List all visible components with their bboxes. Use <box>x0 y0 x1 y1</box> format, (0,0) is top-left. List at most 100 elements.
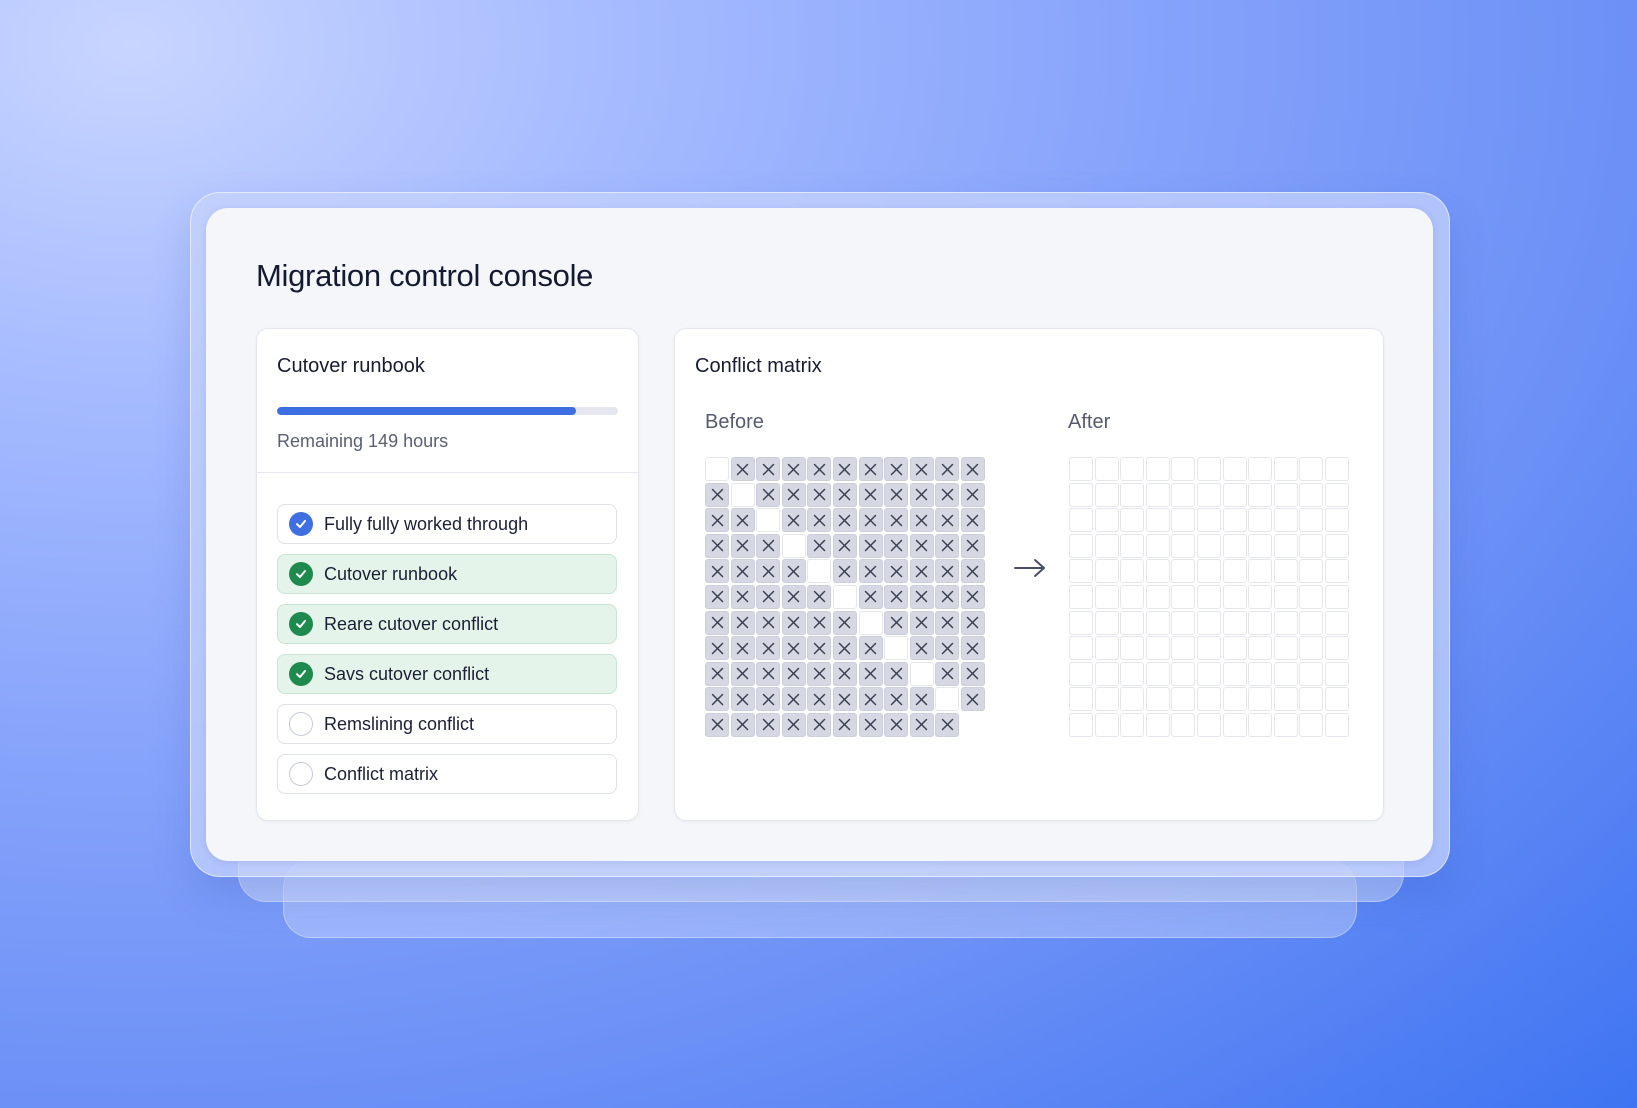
after-open-cell <box>1222 508 1247 533</box>
after-open-cell <box>1171 533 1196 558</box>
x-mark-icon <box>890 591 902 603</box>
before-conflict-cell <box>935 636 960 661</box>
before-conflict-cell <box>705 661 729 686</box>
before-conflict-cell <box>730 661 755 686</box>
after-open-cell <box>1145 508 1170 533</box>
after-open-cell <box>1069 584 1093 609</box>
before-conflict-cell <box>781 687 806 712</box>
after-open-cell <box>1171 712 1196 737</box>
after-open-cell <box>1273 610 1298 635</box>
x-mark-icon <box>736 514 749 526</box>
x-mark-icon <box>967 642 979 654</box>
before-conflict-cell <box>781 636 806 661</box>
after-open-cell <box>1273 457 1298 481</box>
after-open-cell <box>1248 610 1273 635</box>
before-conflict-cell <box>960 584 985 609</box>
after-conflict-grid <box>1069 457 1349 737</box>
after-open-cell <box>1299 712 1324 737</box>
x-mark-icon <box>711 488 723 501</box>
before-conflict-cell <box>909 712 934 737</box>
x-mark-icon <box>941 514 954 526</box>
after-open-cell <box>1273 712 1298 737</box>
before-conflict-cell <box>832 508 857 533</box>
x-mark-icon <box>736 668 749 680</box>
runbook-step[interactable]: Fully fully worked through <box>277 504 617 544</box>
after-open-cell <box>1120 661 1145 686</box>
runbook-step[interactable]: Savs cutover conflict <box>277 654 617 694</box>
after-open-cell <box>1145 687 1170 712</box>
x-mark-icon <box>967 616 979 629</box>
before-conflict-cell <box>781 482 806 507</box>
after-open-cell <box>1094 559 1119 584</box>
x-mark-icon <box>916 540 928 552</box>
before-conflict-cell <box>756 712 781 737</box>
after-open-cell <box>1196 559 1221 584</box>
before-conflict-cell <box>781 610 806 635</box>
x-mark-icon <box>711 565 723 578</box>
x-mark-icon <box>711 540 723 552</box>
after-open-cell <box>1324 457 1349 481</box>
runbook-step-label: Savs cutover conflict <box>324 664 490 684</box>
runbook-step[interactable]: Cutover runbook <box>277 554 617 594</box>
runbook-step[interactable]: Remslining conflict <box>277 704 617 744</box>
after-open-cell <box>1248 687 1273 712</box>
before-conflict-cell <box>884 712 909 737</box>
x-mark-icon <box>916 514 928 526</box>
after-open-cell <box>1299 610 1324 635</box>
empty-circle-icon <box>289 762 313 786</box>
x-mark-icon <box>813 540 826 552</box>
arrow-right-icon <box>1014 559 1045 577</box>
before-conflict-cell <box>756 636 781 661</box>
before-conflict-cell <box>756 533 781 558</box>
x-mark-icon <box>813 642 826 654</box>
x-mark-icon <box>967 488 979 501</box>
x-mark-icon <box>788 565 800 578</box>
x-mark-icon <box>890 540 902 552</box>
x-mark-icon <box>788 616 800 629</box>
before-conflict-cell <box>832 610 857 635</box>
x-mark-icon <box>890 463 902 475</box>
runbook-card: Cutover runbook Remaining 149 hours Full… <box>256 328 639 821</box>
x-mark-icon <box>864 693 877 706</box>
before-conflict-cell <box>832 559 857 584</box>
before-conflict-cell <box>935 533 960 558</box>
runbook-step[interactable]: Reare cutover conflict <box>277 604 617 644</box>
before-conflict-cell <box>807 508 832 533</box>
after-open-cell <box>1299 457 1324 481</box>
x-mark-icon <box>864 514 877 526</box>
after-open-cell <box>1248 636 1273 661</box>
x-mark-icon <box>813 616 826 629</box>
empty-circle-icon <box>289 712 313 736</box>
x-mark-icon <box>941 642 954 654</box>
before-open-cell <box>730 482 755 507</box>
before-conflict-cell <box>909 636 934 661</box>
before-label: Before <box>705 411 764 433</box>
after-open-cell <box>1120 457 1145 481</box>
before-conflict-cell <box>960 508 985 533</box>
after-open-cell <box>1324 482 1349 507</box>
after-open-cell <box>1120 482 1145 507</box>
after-open-cell <box>1273 636 1298 661</box>
before-open-cell <box>884 636 909 661</box>
after-open-cell <box>1120 508 1145 533</box>
after-open-cell <box>1171 661 1196 686</box>
before-conflict-cell <box>756 584 781 609</box>
before-conflict-cell <box>935 482 960 507</box>
x-mark-icon <box>864 540 877 552</box>
before-conflict-cell <box>960 482 985 507</box>
x-mark-icon <box>736 463 749 475</box>
x-mark-icon <box>813 719 826 731</box>
after-open-cell <box>1222 610 1247 635</box>
after-open-cell <box>1222 661 1247 686</box>
after-open-cell <box>1248 508 1273 533</box>
x-mark-icon <box>967 693 979 706</box>
after-open-cell <box>1324 584 1349 609</box>
before-conflict-cell <box>705 712 729 737</box>
x-mark-icon <box>711 514 723 526</box>
after-open-cell <box>1299 661 1324 686</box>
runbook-step[interactable]: Conflict matrix <box>277 754 617 794</box>
after-open-cell <box>1145 482 1170 507</box>
after-open-cell <box>1069 533 1093 558</box>
before-conflict-cell <box>884 533 909 558</box>
before-conflict-cell <box>781 712 806 737</box>
